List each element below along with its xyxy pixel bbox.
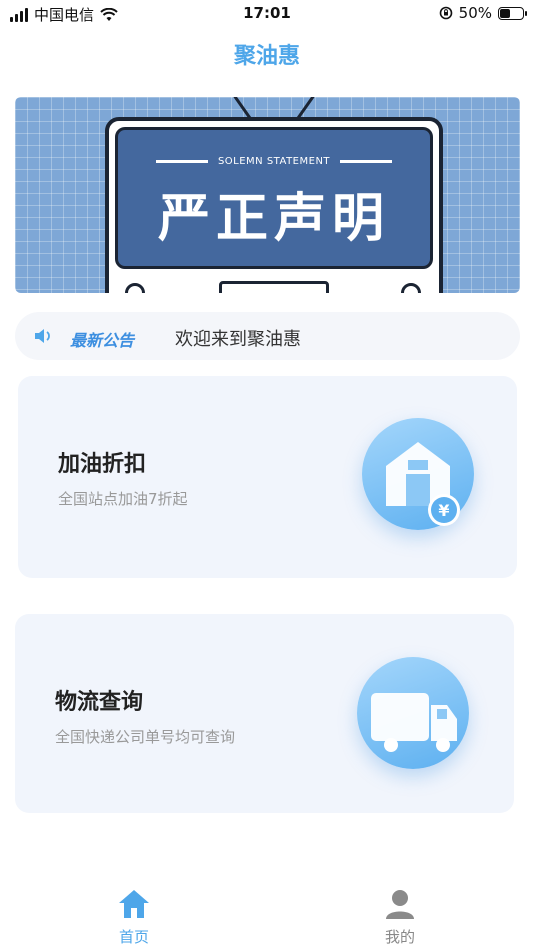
- card-title: 物流查询: [55, 690, 144, 715]
- banner-subtitle: SOLEMN STATEMENT: [217, 156, 331, 167]
- banner-carousel[interactable]: SOLEMN STATEMENT 严正声明: [15, 97, 520, 293]
- tv-knob-right: [401, 283, 421, 293]
- tv-screen: SOLEMN STATEMENT 严正声明: [115, 127, 433, 269]
- home-icon: [119, 890, 149, 918]
- tv-antenna-left: [231, 97, 252, 120]
- notice-bar[interactable]: 最新公告 欢迎来到聚油惠: [15, 312, 520, 360]
- speaker-icon: [35, 329, 50, 343]
- tab-home[interactable]: 首页: [84, 888, 184, 947]
- orientation-lock-icon: [439, 6, 452, 20]
- notice-tag: 最新公告: [70, 331, 135, 350]
- card-subtitle: 全国站点加油7折起: [58, 490, 188, 508]
- battery-icon: [498, 6, 527, 20]
- tab-home-label: 首页: [118, 928, 149, 946]
- page-title: 聚油惠: [233, 44, 300, 69]
- tab-bar: 首页 我的: [0, 880, 534, 950]
- yen-badge: ¥: [438, 501, 449, 520]
- tv-slot: [219, 281, 329, 293]
- card-subtitle: 全国快递公司单号均可查询: [55, 728, 236, 746]
- battery-percent: 50%: [458, 4, 492, 22]
- tv-knob-left: [125, 283, 145, 293]
- gas-station-icon: ¥: [362, 418, 474, 530]
- card-title: 加油折扣: [58, 452, 147, 477]
- gas-discount-card[interactable]: 加油折扣 全国站点加油7折起 ¥: [18, 376, 517, 578]
- banner-title: 严正声明: [157, 188, 390, 249]
- banner-subtitle-row: SOLEMN STATEMENT: [118, 156, 430, 167]
- tv-illustration: SOLEMN STATEMENT 严正声明: [105, 117, 443, 293]
- tab-mine[interactable]: 我的: [350, 888, 450, 947]
- status-bar: 中国电信 17:01 50%: [0, 0, 534, 28]
- notice-text: 欢迎来到聚油惠: [175, 329, 301, 350]
- truck-icon: [357, 657, 469, 769]
- tab-mine-label: 我的: [384, 928, 415, 946]
- logistics-card[interactable]: 物流查询 全国快递公司单号均可查询: [15, 614, 514, 813]
- tv-antenna-right: [296, 97, 317, 120]
- status-right: 50%: [439, 4, 527, 22]
- user-icon: [386, 890, 414, 919]
